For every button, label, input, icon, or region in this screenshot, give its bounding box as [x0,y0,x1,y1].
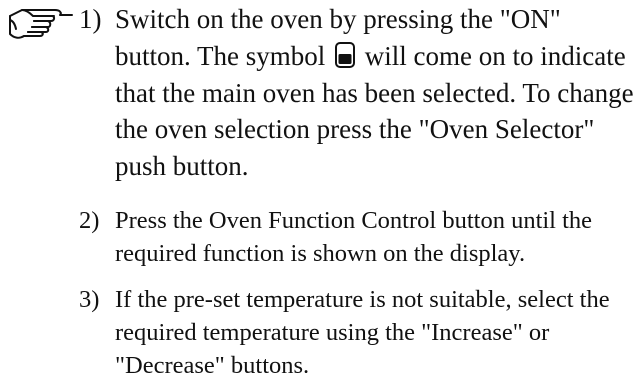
main-oven-symbol-icon [335,41,356,68]
pointing-hand-icon [9,9,73,39]
step-number: 1) [79,4,102,34]
instruction-page: 1) Switch on the oven by pressing the "O… [0,0,641,379]
step-text: Switch on the oven by pressing the "ON" … [115,1,635,185]
step-number: 3) [79,286,100,313]
step-number: 2) [79,207,100,234]
step-text: Press the Oven Function Control button u… [115,207,593,267]
step-text: If the pre-set temperature is not suitab… [115,286,610,379]
